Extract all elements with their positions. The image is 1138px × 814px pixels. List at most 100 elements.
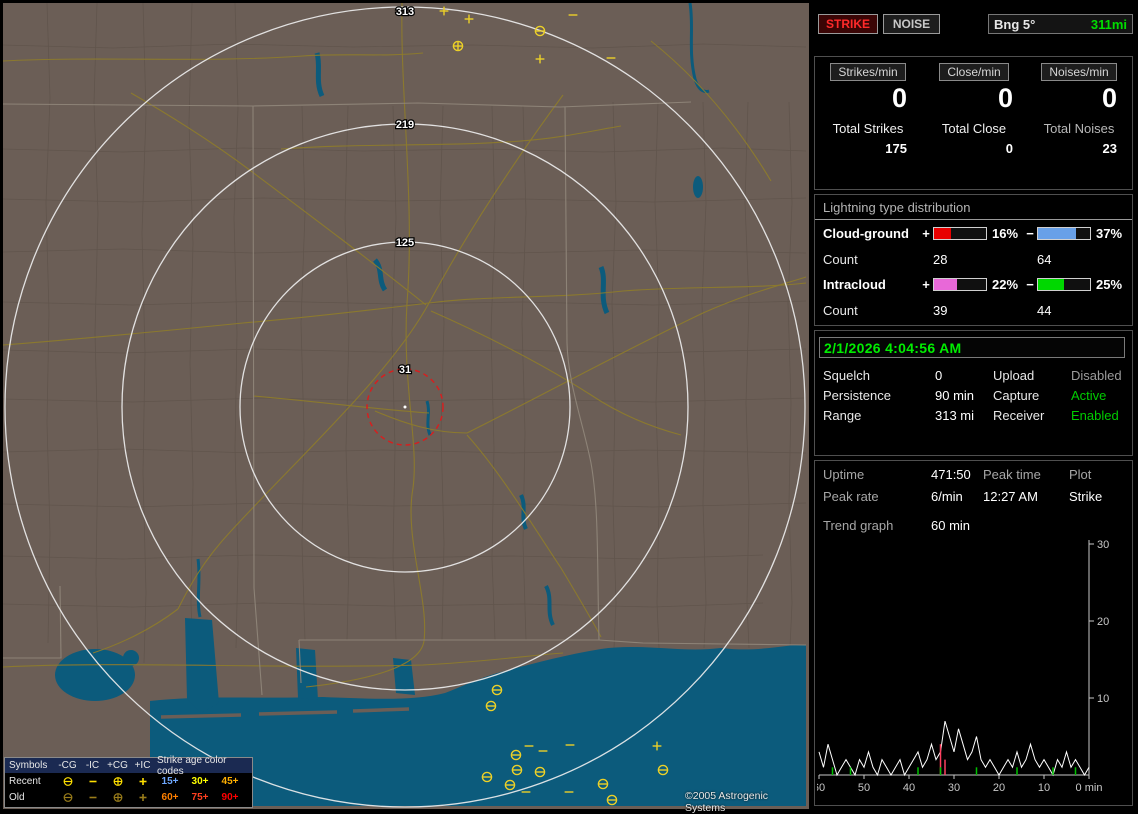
receiver-status: Enabled (1071, 407, 1119, 423)
neg-cg-old-icon (55, 792, 80, 803)
trend-x-tick-label: 30 (948, 782, 960, 794)
plot-label: Plot (1069, 466, 1092, 482)
settings-row: Squelch 0 Upload Disabled (815, 365, 1132, 385)
map-canvas[interactable]: 313 219 125 31 Symbols -CG -IC +CG +IC Stri… (3, 3, 809, 814)
capture-status: Active (1071, 387, 1107, 403)
legend-col-pos-ic: +IC (134, 760, 151, 771)
legend-old-row: Old 60+ 75+ 90+ (5, 789, 252, 805)
total-close-value: 0 (1005, 141, 1013, 157)
plus-sign: + (922, 277, 930, 292)
persistence-label: Persistence (823, 387, 891, 403)
age-45-label: 45+ (221, 775, 239, 787)
legend-symbols-label: Symbols (9, 760, 48, 771)
trend-x-tick-label: 40 (903, 782, 915, 794)
capture-label: Capture (993, 387, 1040, 403)
cg-minus-pct: 37% (1096, 226, 1123, 241)
legend-age-title: Strike age color codes (157, 754, 227, 777)
range-value: 313 mi (935, 407, 975, 423)
cloud-ground-label: Cloud-ground (823, 226, 909, 241)
ring-distance-label: 219 (396, 119, 414, 131)
ic-plus-count: 39 (933, 302, 948, 318)
strike-symbol-cplus (452, 40, 464, 52)
trend-x-tick-label: 0 min (1076, 782, 1103, 794)
legend-recent-row: Recent 15+ 30+ 45+ (5, 773, 252, 789)
close-per-min-value: 0 (997, 83, 1013, 113)
cg-minus-count: 64 (1037, 251, 1052, 267)
legend-col-pos-cg: +CG (107, 760, 128, 771)
noises-per-min-button: Noises/min (1041, 63, 1117, 81)
trend-graph: 30 20 10 60 50 40 30 20 10 0 min (817, 539, 1109, 794)
trend-x-tick-label: 10 (1038, 782, 1050, 794)
legend-col-neg-ic: -IC (85, 760, 100, 771)
strike-indicator: STRIKE (818, 14, 878, 34)
intracloud-label: Intracloud (823, 277, 886, 292)
bearing-label: Bng 5° (994, 16, 1036, 32)
distribution-panel: Lightning type distribution Cloud-ground… (814, 194, 1133, 326)
range-label: Range (823, 407, 862, 423)
total-noises-value: 23 (1102, 141, 1117, 157)
settings-row: Range 313 mi Receiver Enabled (815, 405, 1132, 425)
neg-ic-recent-icon (80, 776, 105, 787)
pos-ic-recent-icon (130, 776, 155, 787)
distribution-title: Lightning type distribution (815, 200, 1132, 220)
total-strikes-label: Total Strikes (832, 121, 904, 137)
map-image: 313 219 125 31 (3, 3, 809, 809)
cg-plus-gauge (933, 227, 987, 240)
ring-distance-label: 313 (396, 6, 414, 18)
trend-y-tick-label: 20 (1097, 616, 1109, 628)
legend-col-neg-cg: -CG (58, 760, 77, 771)
peak-rate-value: 6/min (931, 488, 963, 504)
bearing-panel: Bng 5° 311mi (988, 14, 1133, 34)
settings-row: Persistence 90 min Capture Active (815, 385, 1132, 405)
age-60-label: 60+ (161, 791, 179, 803)
pos-cg-old-icon (105, 792, 130, 803)
strikes-per-min-button: Strikes/min (830, 63, 906, 81)
legend-old-label: Old (9, 791, 25, 803)
close-per-min-button: Close/min (939, 63, 1009, 81)
cg-minus-gauge (1037, 227, 1091, 240)
cloud-ground-count-row: Count 28 64 (815, 247, 1132, 271)
neg-ic-old-icon (80, 792, 105, 803)
counters-panel: Strikes/min Close/min Noises/min 0 0 0 T… (814, 56, 1133, 190)
peak-time-value: 12:27 AM (983, 488, 1038, 504)
copyright-text: ©2005 Astrogenic Systems (685, 790, 769, 814)
trend-graph-label: Trend graph (823, 517, 894, 533)
count-label: Count (823, 251, 858, 267)
upload-status: Disabled (1071, 367, 1122, 383)
intracloud-count-row: Count 39 44 (815, 298, 1132, 322)
age-90-label: 90+ (221, 791, 239, 803)
ic-plus-pct: 22% (992, 277, 1019, 292)
trend-header-row: Trend graph 60 min (815, 514, 1132, 536)
persistence-value: 90 min (935, 387, 975, 403)
minus-sign: − (1026, 277, 1034, 292)
total-close-label: Total Close (941, 121, 1007, 137)
noises-per-min-value: 0 (1101, 83, 1117, 113)
count-label: Count (823, 302, 858, 318)
trend-x-tick-label: 20 (993, 782, 1005, 794)
upload-label: Upload (993, 367, 1035, 383)
ic-minus-gauge (1037, 278, 1091, 291)
stats-row: Peak rate 6/min 12:27 AM Strike (815, 485, 1132, 507)
trend-y-tick-label: 30 (1097, 539, 1109, 551)
receiver-center-marker (403, 405, 407, 409)
datetime-display: 2/1/2026 4:04:56 AM (819, 337, 1125, 358)
age-30-label: 30+ (191, 775, 209, 787)
noise-indicator: NOISE (883, 14, 940, 34)
side-panel: STRIKE NOISE Bng 5° 311mi Strikes/min Cl… (812, 0, 1138, 812)
intracloud-row: Intracloud + 22% − 25% (815, 271, 1132, 298)
legend-header-row: Symbols -CG -IC +CG +IC Strike age color… (5, 755, 252, 777)
strikes-per-min-value: 0 (891, 83, 907, 113)
bearing-range-value: 311mi (1090, 16, 1127, 32)
plus-sign: + (922, 226, 930, 241)
ic-minus-pct: 25% (1096, 277, 1123, 292)
clock-settings-panel: 2/1/2026 4:04:56 AM Squelch 0 Upload Dis… (814, 330, 1133, 456)
total-strikes-value: 175 (885, 141, 907, 157)
pos-ic-old-icon (130, 792, 155, 803)
neg-cg-recent-icon (55, 776, 80, 787)
map-legend: Symbols -CG -IC +CG +IC Strike age color… (4, 755, 253, 808)
cloud-ground-row: Cloud-ground + 16% − 37% (815, 220, 1132, 247)
stats-row: Uptime 471:50 Peak time Plot (815, 463, 1132, 485)
peak-time-label: Peak time (983, 466, 1041, 482)
total-noises-label: Total Noises (1043, 121, 1115, 137)
trend-x-tick-label: 60 (817, 782, 825, 794)
